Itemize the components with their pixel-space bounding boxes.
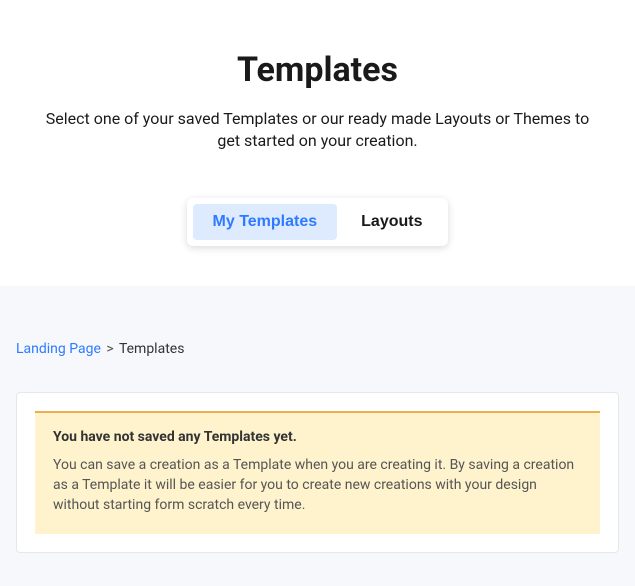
- breadcrumb-link-landing-page[interactable]: Landing Page: [16, 341, 101, 357]
- tab-layouts[interactable]: Layouts: [341, 204, 442, 240]
- notice-body: You can save a creation as a Template wh…: [53, 455, 582, 516]
- breadcrumb-current: Templates: [119, 341, 185, 357]
- templates-card: You have not saved any Templates yet. Yo…: [16, 392, 619, 553]
- empty-state-notice: You have not saved any Templates yet. Yo…: [35, 411, 600, 534]
- page-subtitle: Select one of your saved Templates or ou…: [38, 108, 598, 153]
- notice-title: You have not saved any Templates yet.: [53, 429, 582, 445]
- breadcrumb: Landing Page > Templates: [16, 341, 619, 357]
- breadcrumb-separator: >: [106, 341, 113, 357]
- content-section: Landing Page > Templates You have not sa…: [0, 286, 635, 586]
- tabs-container: My Templates Layouts: [187, 198, 449, 246]
- header-section: Templates Select one of your saved Templ…: [0, 0, 635, 286]
- tab-my-templates[interactable]: My Templates: [193, 204, 338, 240]
- page-title: Templates: [30, 50, 605, 90]
